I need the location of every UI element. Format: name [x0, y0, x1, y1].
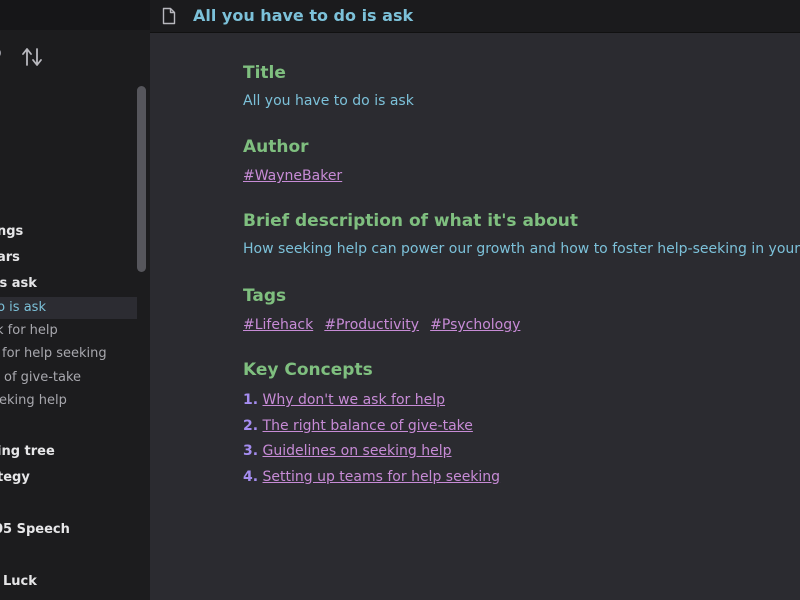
sidebar-item-label: of give-take — [4, 370, 82, 385]
concept-item: 4. Setting up teams for help seeking — [243, 467, 500, 493]
note-content: Title All you have to do is ask Author #… — [150, 33, 800, 600]
sidebar-item[interactable]: tegy — [0, 467, 137, 489]
author-tag-link[interactable]: #WayneBaker — [243, 168, 342, 184]
concepts-heading: Key Concepts — [243, 360, 373, 380]
sidebar-item[interactable]: Luck — [0, 571, 137, 593]
note-header: All you have to do is ask — [150, 0, 800, 33]
sidebar-item-label: ngs — [0, 224, 24, 239]
sidebar-top-bar — [0, 0, 150, 30]
sidebar-item[interactable]: for help seeking — [0, 343, 137, 365]
concept-item: 2. The right balance of give-take — [243, 416, 500, 442]
sidebar-item[interactable]: ars — [0, 247, 137, 269]
concept-number: 1. — [243, 392, 259, 408]
sidebar-item-label: to is ask — [0, 300, 46, 315]
tags-row: #Lifehack #Productivity #Psychology — [243, 314, 526, 335]
sidebar-item-label: k for help — [0, 323, 58, 338]
concept-link[interactable]: Why don't we ask for help — [263, 392, 445, 408]
concept-link[interactable]: Setting up teams for help seeking — [263, 469, 501, 485]
tag-link-psychology[interactable]: #Psychology — [430, 317, 520, 333]
sidebar-item[interactable]: 05 Speech — [0, 519, 137, 541]
sidebar-item[interactable]: eking help — [0, 390, 137, 412]
file-icon — [162, 7, 176, 25]
note-title: All you have to do is ask — [193, 6, 414, 25]
title-section: Title All you have to do is ask — [243, 61, 414, 111]
sidebar-item-label: ars — [0, 250, 20, 265]
sidebar-item[interactable]: is ask — [0, 273, 137, 295]
sidebar-scrollbar[interactable] — [137, 86, 146, 272]
concept-link[interactable]: Guidelines on seeking help — [263, 443, 452, 459]
sidebar-item-active[interactable]: to is ask — [0, 297, 137, 319]
concept-number: 2. — [243, 417, 259, 434]
app-window: ngs ars is ask to is ask k for help for … — [0, 0, 800, 600]
author-heading: Author — [243, 137, 309, 157]
sidebar-item-label: 05 Speech — [0, 522, 70, 537]
title-heading: Title — [243, 63, 286, 83]
description-section: Brief description of what it's about How… — [243, 209, 800, 259]
concept-item: 3. Guidelines on seeking help — [243, 441, 500, 467]
sidebar-item[interactable]: k for help — [0, 320, 137, 342]
sidebar-item[interactable]: ing tree — [0, 441, 137, 463]
description-value: How seeking help can power our growth an… — [243, 241, 800, 257]
sidebar-item-label: ing tree — [0, 444, 55, 459]
author-section: Author #WayneBaker — [243, 135, 342, 186]
author-row: #WayneBaker — [243, 165, 342, 186]
tag-link-lifehack[interactable]: #Lifehack — [243, 317, 313, 333]
sidebar: ngs ars is ask to is ask k for help for … — [0, 0, 150, 600]
sidebar-item-label: eking help — [0, 393, 67, 408]
sidebar-item-label: Luck — [3, 574, 37, 589]
description-heading: Brief description of what it's about — [243, 211, 579, 231]
concept-number: 4. — [243, 468, 259, 485]
tags-heading: Tags — [243, 286, 287, 306]
circle-icon[interactable] — [0, 48, 1, 58]
sort-icon[interactable] — [21, 46, 43, 68]
sidebar-item[interactable]: of give-take — [0, 367, 137, 389]
sidebar-item-label: tegy — [0, 470, 30, 485]
title-value: All you have to do is ask — [243, 93, 414, 109]
concept-number: 3. — [243, 443, 259, 459]
concepts-list: 1. Why don't we ask for help 2. The righ… — [243, 390, 500, 492]
sidebar-item[interactable]: ngs — [0, 221, 137, 243]
tags-section: Tags #Lifehack #Productivity #Psychology — [243, 284, 526, 335]
concepts-section: Key Concepts 1. Why don't we ask for hel… — [243, 358, 500, 492]
sidebar-item-label: is ask — [0, 276, 37, 291]
sidebar-item-label: for help seeking — [2, 346, 107, 361]
tag-link-productivity[interactable]: #Productivity — [324, 317, 419, 333]
concept-item: 1. Why don't we ask for help — [243, 390, 500, 416]
concept-link[interactable]: The right balance of give-take — [263, 418, 473, 434]
sidebar-controls — [0, 44, 150, 70]
